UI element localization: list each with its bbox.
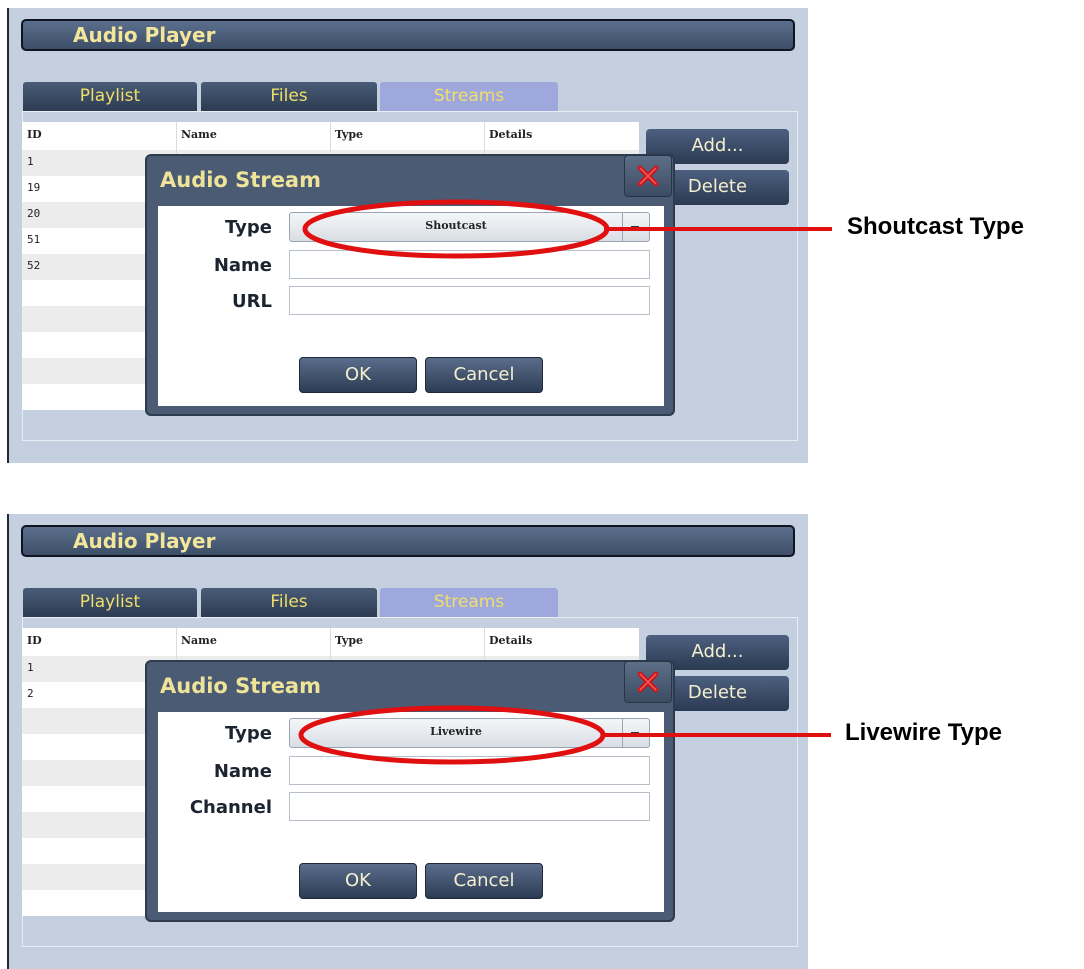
callout-label-livewire: Livewire Type	[845, 719, 1002, 746]
annotation-overlay	[298, 199, 832, 765]
callout-label-shoutcast: Shoutcast Type	[847, 213, 1024, 240]
highlight-ellipse-shoutcast	[302, 199, 610, 259]
highlight-ellipse-livewire	[298, 705, 606, 765]
